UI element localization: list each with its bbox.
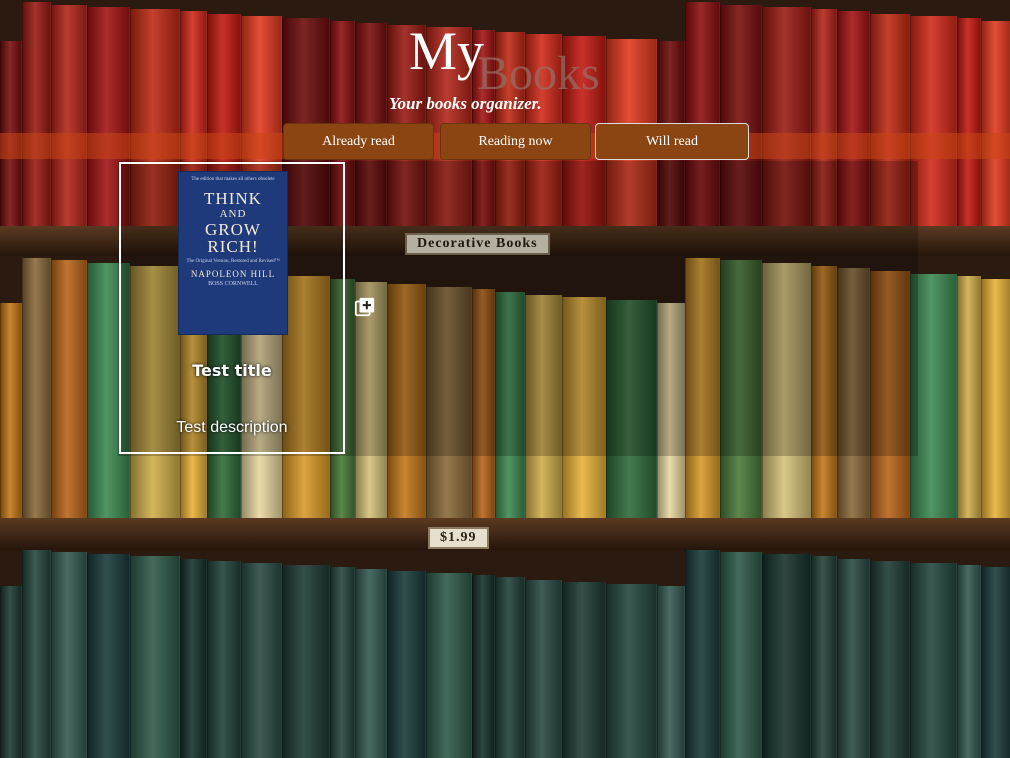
book-spine bbox=[981, 278, 1010, 520]
book-spine bbox=[426, 573, 472, 758]
book-spine bbox=[472, 575, 495, 758]
book-spine bbox=[562, 581, 606, 758]
book-spine bbox=[495, 577, 525, 758]
book-cover-image: The edition that makes all others obsole… bbox=[178, 171, 288, 335]
book-spine bbox=[981, 20, 1010, 228]
cover-editor: BOSS CORNWELL bbox=[208, 281, 258, 287]
book-spine bbox=[387, 571, 426, 758]
book-spine bbox=[981, 566, 1010, 758]
app-title-books: Books bbox=[477, 47, 600, 100]
book-spine bbox=[762, 554, 811, 758]
cover-title-line: AND bbox=[219, 208, 247, 220]
book-spine bbox=[811, 556, 837, 758]
cover-title-line: THINK bbox=[204, 189, 262, 208]
shelf-row-bottom bbox=[0, 548, 1010, 758]
book-title: Test title bbox=[192, 361, 272, 380]
app-subtitle: Your books organizer. bbox=[389, 94, 542, 113]
reading-now-button[interactable]: Reading now bbox=[440, 123, 591, 160]
book-spine bbox=[870, 560, 910, 758]
book-spine bbox=[957, 18, 981, 228]
book-spine bbox=[87, 554, 130, 758]
book-spine bbox=[207, 560, 241, 758]
book-card[interactable]: The edition that makes all others obsole… bbox=[119, 162, 345, 454]
cover-author: NAPOLEON HILL bbox=[190, 269, 276, 279]
book-spine bbox=[51, 260, 87, 520]
book-spine bbox=[22, 550, 51, 758]
book-spine bbox=[51, 4, 87, 228]
book-spine bbox=[22, 257, 51, 520]
book-spine bbox=[0, 302, 22, 520]
cover-tagline: The edition that makes all others obsole… bbox=[191, 177, 275, 182]
book-spine bbox=[606, 583, 657, 758]
cover-subtitle: The Original Version, Restored and Revis… bbox=[186, 259, 280, 264]
book-spine bbox=[22, 2, 51, 228]
shelf-plank bbox=[0, 518, 1010, 550]
book-spine bbox=[0, 585, 22, 758]
book-spine bbox=[282, 564, 330, 758]
book-spine bbox=[525, 579, 562, 758]
cover-title-line: GROW bbox=[205, 220, 261, 239]
book-spine bbox=[957, 564, 981, 758]
book-spine bbox=[957, 276, 981, 520]
book-spine bbox=[180, 558, 207, 758]
book-spine bbox=[837, 558, 870, 758]
book-spine bbox=[685, 550, 720, 758]
book-spine bbox=[720, 552, 762, 758]
app-title-my: My bbox=[409, 21, 485, 81]
book-spine bbox=[241, 562, 282, 758]
book-spine bbox=[130, 556, 180, 758]
book-spine bbox=[657, 585, 685, 758]
cover-title-line: RICH! bbox=[207, 237, 259, 256]
add-to-library-icon[interactable] bbox=[354, 296, 376, 318]
book-spine bbox=[355, 569, 387, 758]
will-read-button[interactable]: Will read bbox=[595, 123, 749, 160]
book-spine bbox=[51, 552, 87, 758]
book-spine bbox=[330, 566, 355, 758]
book-description: Test description bbox=[176, 419, 288, 436]
shelf-label-price: $1.99 bbox=[428, 527, 489, 549]
already-read-button[interactable]: Already read bbox=[283, 123, 434, 160]
book-spine bbox=[910, 562, 957, 758]
